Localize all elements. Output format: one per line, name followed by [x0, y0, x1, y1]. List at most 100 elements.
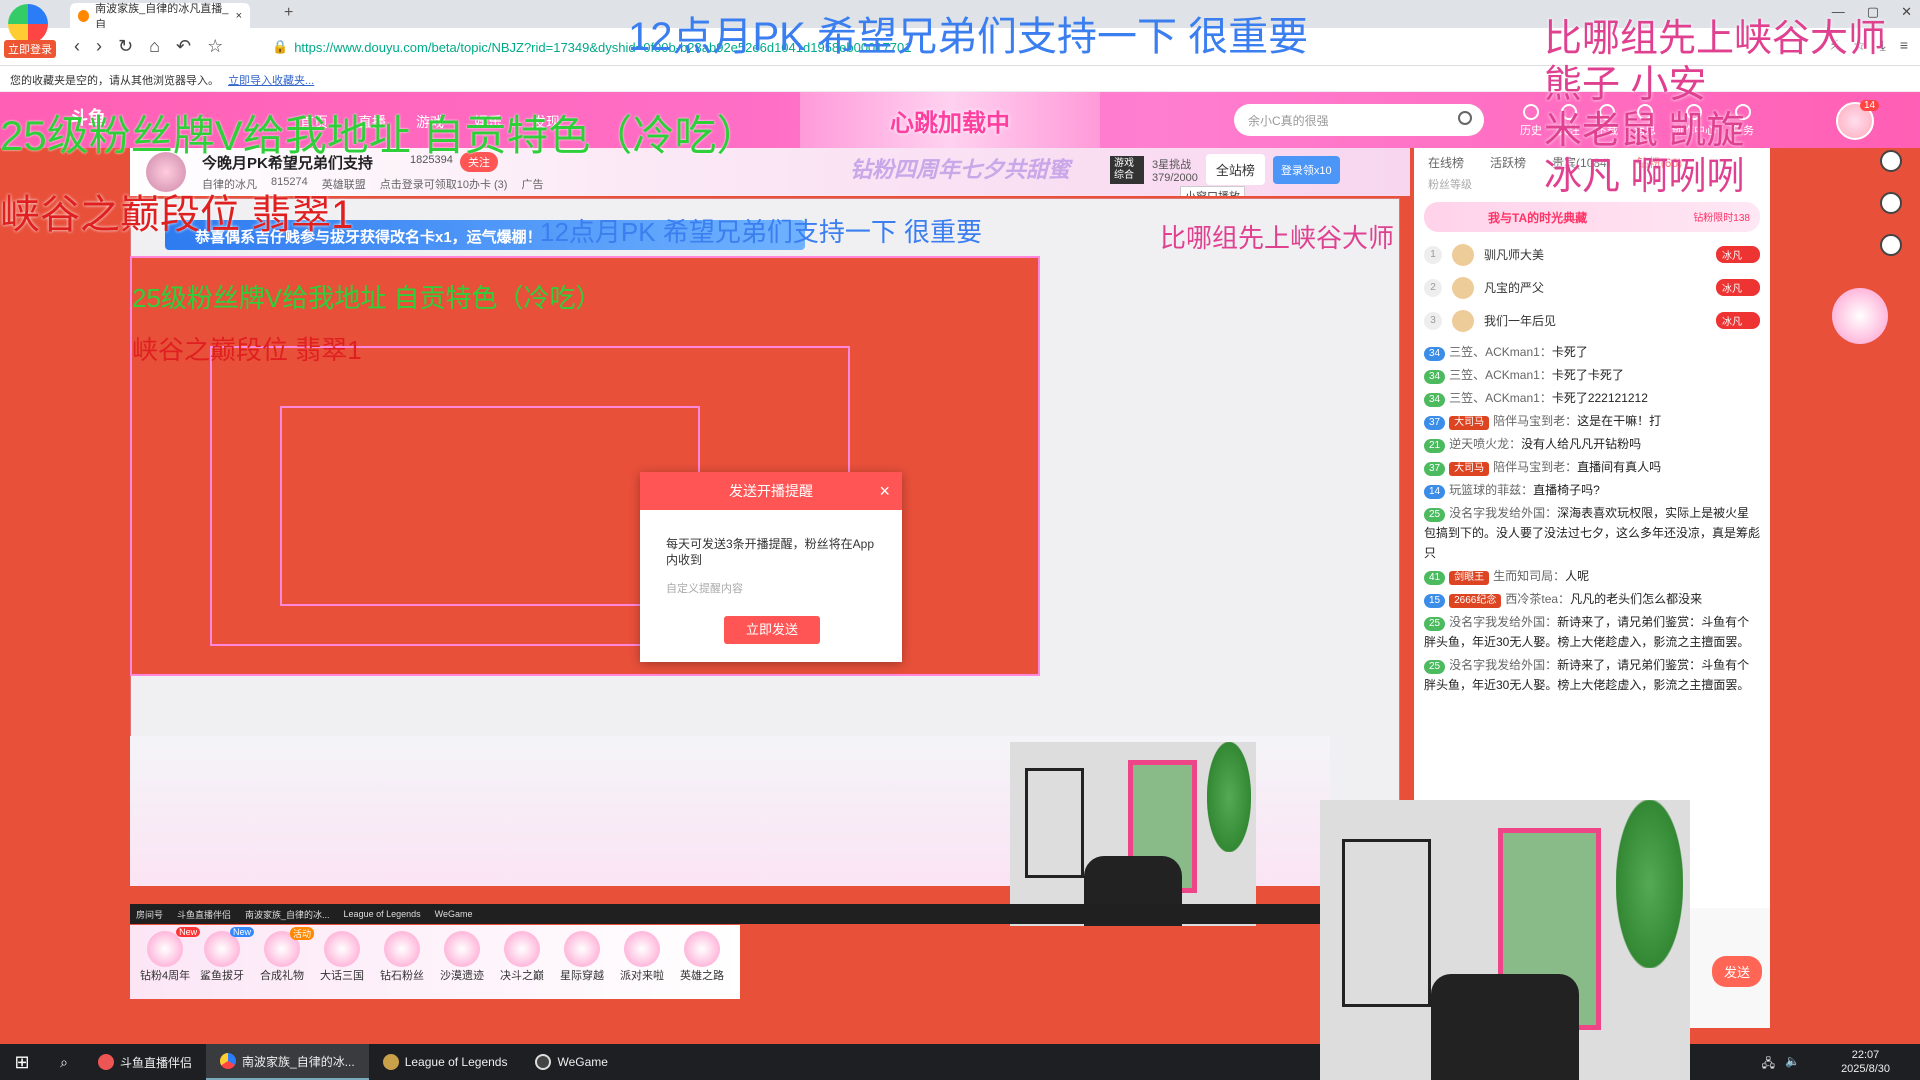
bookmarks-text: 您的收藏夹是空的，请从其他浏览器导入。 [10, 75, 219, 87]
game-tag[interactable]: 游戏综合 [1110, 155, 1144, 184]
gift-name: 大话三国 [320, 970, 364, 982]
gift-item[interactable]: 决斗之巅 [500, 931, 544, 983]
overlay-text-blue-echo: 12点月PK 希望兄弟们支持一下 很重要 [540, 217, 983, 247]
network-icon[interactable]: 🖧 [1762, 1054, 1775, 1075]
clock-date: 2025/8/30 [1841, 1063, 1890, 1075]
fan-avatar [1452, 309, 1474, 332]
fan-avatar [1452, 243, 1474, 266]
chat-user[interactable]: 三笠、ACKman1： [1449, 345, 1552, 359]
taskbar-app[interactable]: 斗鱼直播伴侣 [84, 1044, 206, 1080]
tab-douyu[interactable]: 南波家族_自律的冰凡直播_自 × [70, 3, 250, 31]
inner-task-item: WeGame [434, 909, 473, 919]
fan-row[interactable]: 1 驯凡师大美 冰凡 [1424, 238, 1760, 271]
gift-item[interactable]: New 钻粉4周年 [140, 927, 201, 983]
fan-rank: 1 [1424, 245, 1442, 264]
send-chat-button[interactable]: 发送 [1712, 956, 1763, 987]
chat-user[interactable]: 玩篮球的菲兹： [1449, 483, 1533, 497]
login-reward-button[interactable]: 登录领x10 [1272, 155, 1340, 184]
shelf [1024, 767, 1084, 879]
challenge-widget[interactable]: 3星挑战 379/2000 [1152, 156, 1198, 184]
chat-user[interactable]: 没名字我发给外国： [1449, 658, 1557, 672]
chat-message: 21 逆天喷火龙：没有人给凡凡开钻粉吗 [1424, 434, 1760, 454]
taskbar-app-label: League of Legends [404, 1055, 508, 1069]
chat-user[interactable]: 逆天喷火龙： [1449, 437, 1521, 451]
windows-start-icon[interactable]: ⊞ [0, 1052, 44, 1073]
tab-active-rank[interactable]: 活跃榜 [1490, 154, 1526, 171]
close-window-icon[interactable]: ✕ [1901, 4, 1912, 20]
import-bookmarks-link[interactable]: 立即导入收藏夹... [228, 75, 314, 87]
challenge-progress: 379/2000 [1152, 171, 1198, 184]
chat-user[interactable]: 三笠、ACKman1： [1449, 391, 1552, 405]
forward-icon[interactable]: › [96, 36, 102, 57]
level-badge: 14 [1424, 485, 1446, 499]
tab-online-rank[interactable]: 在线榜 [1428, 154, 1464, 171]
popup-header: 发送开播提醒 × [640, 472, 902, 510]
anniversary-badge[interactable] [1832, 288, 1888, 344]
chat-user[interactable]: 没名字我发给外国： [1449, 615, 1557, 629]
fan-rank: 3 [1424, 311, 1442, 330]
login-badge[interactable]: 立即登录 [4, 40, 56, 58]
share-side-icon[interactable] [1880, 234, 1902, 256]
home-icon[interactable]: ⌂ [149, 36, 160, 57]
reload-icon[interactable]: ↻ [118, 36, 133, 57]
love-right: 钻粉限时138 [1693, 213, 1750, 224]
tab-close-icon[interactable]: × [236, 10, 242, 22]
chat-user[interactable]: 陪伴马宝到老： [1493, 460, 1577, 474]
search-icon[interactable] [1458, 111, 1472, 125]
new-tab-icon[interactable]: + [284, 4, 293, 22]
gift-item[interactable]: 钻石粉丝 [380, 931, 424, 983]
gift-item[interactable]: 活动 合成礼物 [260, 927, 314, 983]
gift-item[interactable]: 派对来啦 [620, 931, 664, 983]
chat-message: 14 玩篮球的菲兹：直播椅子吗? [1424, 480, 1760, 500]
rank-button[interactable]: 全站榜 [1205, 154, 1265, 185]
taskbar-app[interactable]: 南波家族_自律的冰... [206, 1044, 369, 1080]
clock[interactable]: 22:07 2025/8/30 [1841, 1048, 1890, 1076]
popup-input[interactable]: 自定义提醒内容 [640, 574, 902, 602]
gift-item[interactable]: 沙漠遗迹 [440, 931, 484, 983]
level-badge: 34 [1424, 347, 1446, 361]
fan-tag: 2666纪念 [1449, 594, 1502, 608]
taskbar-app-label: 南波家族_自律的冰... [242, 1054, 355, 1069]
taskbar-app[interactable]: WeGame [521, 1044, 621, 1080]
star-icon[interactable]: ☆ [207, 36, 223, 57]
browser-logo-icon[interactable] [8, 4, 48, 44]
inner-task-item: 南波家族_自律的冰... [245, 909, 330, 920]
chat-text: 这是在干嘛！打 [1577, 414, 1662, 428]
fan-row[interactable]: 2 凡宝的严父 冰凡 [1424, 271, 1760, 304]
gift-item[interactable]: 英雄之路 [680, 931, 724, 983]
taskbar-search-icon[interactable]: ⌕ [44, 1054, 84, 1071]
send-notify-button[interactable]: 立即发送 [724, 616, 820, 644]
login-hint[interactable]: 点击登录可领取10办卡 (3) [380, 176, 508, 192]
inner-taskbar: 房间号 斗鱼直播伴侣 南波家族_自律的冰... League of Legend… [130, 904, 1320, 924]
gift-item[interactable]: 大话三国 [320, 931, 364, 983]
chat-user[interactable]: 陪伴马宝到老： [1493, 414, 1577, 428]
undo-icon[interactable]: ↶ [176, 36, 191, 57]
chat-user[interactable]: 三笠、ACKman1： [1449, 368, 1552, 382]
event-banner[interactable]: 心跳加载中 [800, 92, 1100, 148]
level-badge: 37 [1424, 416, 1446, 430]
volume-icon[interactable]: 🔈 [1785, 1054, 1800, 1075]
search-input[interactable]: 余小C真的很强 [1234, 104, 1484, 136]
chat-user[interactable]: 没名字我发给外国： [1449, 506, 1557, 520]
top-fans: 1 驯凡师大美 冰凡 2 凡宝的严父 冰凡 3 我们一年后见 冰凡 [1414, 238, 1770, 337]
fan-row[interactable]: 3 我们一年后见 冰凡 [1424, 304, 1760, 337]
love-banner[interactable]: 我与TA的时光典藏 钻粉限时138 [1424, 202, 1760, 232]
notify-popup: 发送开播提醒 × 每天可发送3条开播提醒，粉丝将在App内收到 自定义提醒内容 … [640, 472, 902, 662]
inner-task-item: 房间号 [136, 909, 164, 920]
gift-name: 合成礼物 [260, 970, 304, 982]
nested-capture-3 [280, 406, 700, 606]
overlay-pink-line: 熊子 小安 [1544, 64, 1707, 106]
chat-text: 人呢 [1565, 569, 1590, 583]
menu-icon[interactable]: ≡ [1900, 37, 1908, 54]
chat-user[interactable]: 生而知司局： [1493, 569, 1565, 583]
back-icon[interactable]: ‹ [74, 36, 80, 57]
gift-item[interactable]: New 鲨鱼拔牙 [200, 927, 254, 983]
chat-user[interactable]: 西冷茶tea： [1505, 592, 1570, 606]
popup-close-icon[interactable]: × [879, 472, 890, 510]
fan-badge: 冰凡 [1716, 312, 1760, 329]
search-placeholder: 余小C真的很强 [1248, 114, 1329, 128]
history-button[interactable]: 历史 [1520, 104, 1542, 138]
chat-message: 15 2666纪念 西冷茶tea：凡凡的老头们怎么都没来 [1424, 589, 1760, 609]
taskbar-app[interactable]: League of Legends [369, 1044, 522, 1080]
gift-item[interactable]: 星际穿越 [560, 931, 604, 983]
